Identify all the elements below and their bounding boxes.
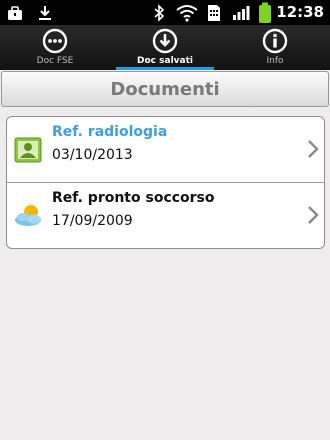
document-title: Ref. pronto soccorso [52, 190, 215, 206]
info-icon [262, 28, 288, 54]
document-list: Ref. radiologia 03/10/2013 Ref. pronto s… [6, 116, 325, 249]
chevron-right-icon [308, 140, 319, 158]
wifi-icon [176, 0, 198, 25]
document-title: Ref. radiologia [52, 124, 168, 140]
sim-icon [207, 0, 221, 25]
more-icon [42, 28, 68, 54]
tab-label: Doc FSE [36, 56, 74, 66]
status-bar: 12:38 [0, 0, 330, 25]
status-clock: 12:38 [276, 3, 324, 21]
document-date: 03/10/2013 [52, 147, 133, 163]
document-date: 17/09/2009 [52, 213, 133, 229]
tab-doc-salvati[interactable]: Doc salvati [110, 25, 220, 70]
tab-bar: Doc FSE Doc salvati Info [0, 25, 330, 70]
chevron-right-icon [308, 206, 319, 224]
download-icon [38, 0, 52, 25]
tab-info[interactable]: Info [220, 25, 330, 70]
battery-icon [258, 0, 272, 25]
signal-icon [232, 0, 250, 25]
download-circle-icon [152, 28, 178, 54]
bluetooth-icon [153, 0, 165, 25]
tab-doc-fse[interactable]: Doc FSE [0, 25, 110, 70]
page-header: Documenti [1, 71, 329, 107]
list-item[interactable]: Ref. radiologia 03/10/2013 [7, 117, 324, 182]
weather-icon [15, 205, 41, 226]
page-title: Documenti [110, 78, 220, 100]
person-card-icon [14, 137, 42, 163]
list-item[interactable]: Ref. pronto soccorso 17/09/2009 [7, 182, 324, 248]
tab-label: Info [266, 56, 284, 66]
briefcase-icon [7, 0, 23, 25]
tab-label: Doc salvati [137, 56, 193, 66]
